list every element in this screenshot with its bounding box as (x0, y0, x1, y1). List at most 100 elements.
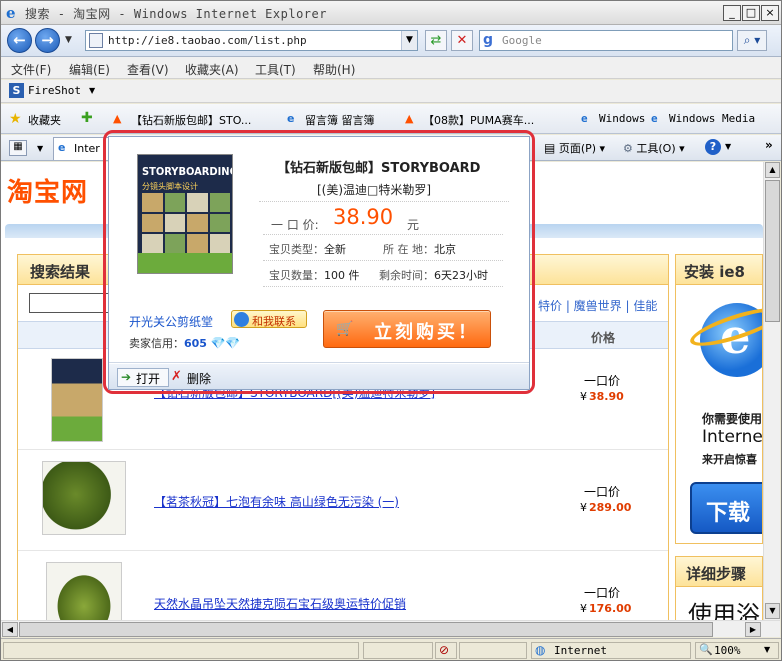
category-links[interactable]: 特价 | 魔兽世界 | 佳能 (538, 297, 657, 314)
address-bar: ← → ▼ http://ie8.taobao.com/list.php ▼ ⇄… (1, 25, 781, 57)
book-cover-grid (142, 193, 230, 253)
google-icon: g (483, 32, 494, 48)
results-title: 搜索结果 (30, 263, 91, 281)
star-icon: ★ (9, 111, 22, 127)
menu-view[interactable]: 查看(V) (127, 61, 169, 78)
location-label: 所 在 地： (383, 243, 434, 256)
zoom-cell[interactable]: 🔍 100% ▼ (695, 642, 779, 659)
scroll-down-icon[interactable]: ▼ (765, 603, 780, 619)
item-price-value: 176.00 (589, 602, 632, 615)
refresh-icon[interactable]: ⇄ (425, 30, 447, 51)
minimize-button[interactable]: _ (723, 5, 741, 21)
buy-now-button[interactable]: 🛒 立刻购买！ (323, 310, 491, 348)
item-title-link[interactable]: 【茗茶秋冠】七泡有余味 高山绿色无污染 (一) (154, 493, 399, 510)
item-price-value: 289.00 (589, 501, 632, 514)
menu-tools[interactable]: 工具(T) (255, 61, 296, 78)
zone-cell[interactable]: ◍ Internet (531, 642, 691, 659)
quick-tabs-icon[interactable]: ▦ (9, 140, 27, 156)
fav-item-guestbook[interactable]: e 留言簿 留言簿 (287, 112, 375, 128)
fav-item-storyboard[interactable]: ▲ 【钻石新版包邮】STO... (113, 112, 283, 128)
page-menu[interactable]: ▤ 页面(P) ▾ (544, 140, 605, 156)
book-cover-image[interactable]: STORYBOARDING 分镜头脚本设计 (137, 154, 233, 274)
steps-header: 详细步骤 (676, 557, 762, 587)
fav-item-label: 留言簿 留言簿 (305, 114, 375, 127)
tools-menu[interactable]: ⚙ 工具(O) ▾ (623, 140, 685, 156)
horizontal-scrollbar[interactable]: ◀ ▶ (1, 620, 780, 637)
item-price-label: 一口价 (584, 485, 621, 499)
steps-panel: 详细步骤 使用浴 (675, 556, 763, 620)
history-dropdown-icon[interactable]: ▼ (65, 35, 72, 45)
item-thumbnail[interactable] (42, 461, 126, 535)
delete-icon: ✗ (171, 369, 182, 384)
forward-button[interactable]: → (35, 28, 60, 53)
scroll-right-icon[interactable]: ▶ (745, 622, 761, 637)
back-button[interactable]: ← (7, 28, 32, 53)
tools-menu-label: 工具(O) (636, 142, 676, 155)
fav-item-label: Windows (599, 112, 646, 125)
book-cover-strip (138, 253, 232, 273)
status-cell (363, 642, 433, 659)
chevron-more-icon[interactable]: » (765, 138, 773, 152)
globe-icon: ◍ (535, 643, 546, 657)
menu-help[interactable]: 帮助(H) (313, 61, 355, 78)
fav-item-label: 【08款】PUMA赛车... (423, 114, 535, 127)
scroll-left-icon[interactable]: ◀ (2, 622, 18, 637)
vertical-scroll-thumb[interactable] (765, 180, 780, 322)
taobao-logo[interactable]: 淘宝网 (7, 172, 88, 209)
item-thumbnail[interactable] (51, 358, 103, 442)
fav-item-windows[interactable]: e Windows (581, 112, 645, 125)
vertical-scrollbar[interactable]: ▲ ▼ (763, 162, 780, 620)
maximize-button[interactable]: □ (742, 5, 760, 21)
seller-credit: 卖家信用：605 💎💎 (129, 335, 240, 351)
type-label: 宝贝类型： (269, 243, 324, 256)
open-button[interactable]: ➔ 打开 (117, 368, 169, 387)
seller-link[interactable]: 开光关公剪纸堂 (129, 313, 213, 330)
add-favorite-icon[interactable]: ✚ (81, 110, 93, 126)
remaining-value: 6天23小时 (434, 269, 488, 282)
favorites-button[interactable]: 收藏夹 (28, 112, 61, 128)
ie8-panel-header: 安装 ie8 (676, 255, 762, 285)
search-input[interactable]: g Google (479, 30, 733, 51)
delete-button[interactable]: ✗ 删除 (171, 368, 211, 387)
url-dropdown-icon[interactable]: ▼ (401, 31, 417, 50)
popup-body: STORYBOARDING 分镜头脚本设计 【钻石新版包邮】STORYBOARD… (109, 137, 529, 363)
item-title-link[interactable]: 天然水晶吊坠天然捷克陨石宝石级奥运特价促销 (154, 595, 406, 612)
popup-remaining: 剩余时间：6天23小时 (379, 267, 488, 283)
fireshot-button[interactable]: FireShot (28, 84, 81, 97)
download-button[interactable]: 下载 (690, 482, 762, 534)
price-column-header[interactable]: 价格 (591, 329, 615, 346)
privacy-cell[interactable]: ⊘ (435, 642, 457, 659)
privacy-icon: ⊘ (439, 643, 450, 657)
zoom-dropdown-icon[interactable]: ▼ (764, 645, 770, 654)
fireshot-toolbar: S FireShot ▼ (1, 80, 781, 103)
fav-item-puma[interactable]: ▲ 【08款】PUMA赛车... (405, 112, 567, 128)
menu-edit[interactable]: 编辑(E) (69, 61, 110, 78)
contact-seller-button[interactable]: 和我联系 (231, 310, 307, 328)
close-button[interactable]: × (761, 5, 779, 21)
help-icon[interactable]: ? (705, 139, 721, 155)
horizontal-scroll-thumb[interactable] (19, 622, 713, 637)
menu-file[interactable]: 文件(F) (11, 61, 51, 78)
ie-page-icon: e (58, 141, 66, 154)
book-cover-title: STORYBOARDING (142, 165, 233, 178)
fav-item-windows-media[interactable]: e Windows Media (651, 112, 755, 125)
taobao-fav-icon: ▲ (405, 112, 414, 125)
ie8-install-panel: 安装 ie8 e 你需要使用 Interne 来开启惊喜 下载 (675, 254, 763, 544)
url-text: http://ie8.taobao.com/list.php (108, 34, 307, 47)
url-input[interactable]: http://ie8.taobao.com/list.php ▼ (85, 30, 418, 51)
help-dropdown-icon[interactable]: ▼ (725, 142, 731, 151)
popup-title[interactable]: 【钻石新版包邮】STORYBOARD (277, 157, 480, 176)
fireshot-dropdown-icon[interactable]: ▼ (89, 86, 95, 95)
tab-list-icon[interactable]: ▼ (37, 144, 43, 153)
menu-favorites[interactable]: 收藏夹(A) (185, 61, 239, 78)
stop-icon[interactable]: ✕ (451, 30, 473, 51)
item-thumbnail[interactable] (46, 562, 122, 620)
fireshot-icon: S (9, 83, 24, 98)
popup-actions: ➔ 打开 ✗ 删除 (109, 364, 529, 389)
buy-label: 立刻购买！ (374, 322, 479, 343)
taobao-fav-icon: ▲ (113, 112, 122, 125)
scroll-up-icon[interactable]: ▲ (765, 162, 780, 178)
search-button[interactable]: ⌕ ▾ (737, 30, 767, 51)
window-title: 搜索 - 淘宝网 - Windows Internet Explorer (25, 7, 327, 21)
arrow-right-icon: ➔ (121, 370, 132, 384)
